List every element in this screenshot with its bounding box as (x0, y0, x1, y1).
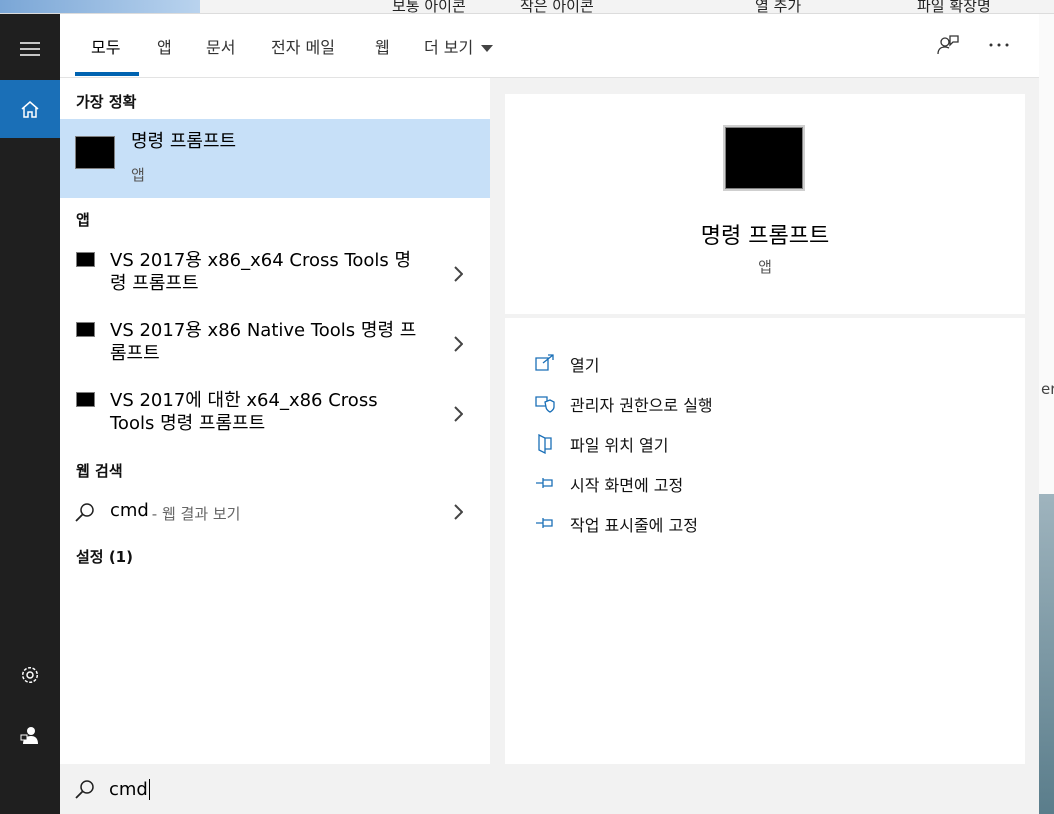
pin-icon (536, 518, 553, 528)
tab-more-label: 더 보기 (424, 38, 474, 57)
action-label: 파일 위치 열기 (570, 436, 669, 455)
open-action[interactable]: 열기 (535, 352, 599, 376)
app-title-line: 령 프롬프트 (110, 273, 199, 294)
start-rail (0, 14, 60, 814)
app-preview-card: 명령 프롬프트 앱 (505, 94, 1025, 314)
feedback-icon[interactable] (937, 34, 959, 56)
pin-to-taskbar-action[interactable]: 작업 표시줄에 고정 (535, 512, 698, 536)
active-tab-indicator (75, 72, 139, 76)
command-prompt-icon (76, 392, 95, 407)
web-query: cmd (110, 500, 149, 521)
background-explorer-toolbar: 보통 아이콘 작은 아이콘 열 추가 파일 확장명 (0, 0, 1054, 14)
app-title-line: Tools 명령 프롬프트 (110, 413, 266, 434)
action-label: 작업 표시줄에 고정 (570, 516, 698, 535)
preview-title: 명령 프롬프트 (700, 224, 830, 249)
app-title-line: 롬프트 (110, 343, 160, 364)
tab-more[interactable]: 더 보기 (424, 34, 494, 58)
preview-type: 앱 (758, 258, 772, 276)
section-settings[interactable]: 설정 (1) (76, 546, 133, 567)
run-as-admin-action[interactable]: 관리자 권한으로 실행 (535, 392, 713, 416)
tab-apps[interactable]: 앱 (157, 34, 172, 58)
chevron-right-icon[interactable] (453, 406, 463, 422)
user-button[interactable] (0, 706, 60, 764)
command-prompt-icon (75, 136, 115, 169)
tab-documents[interactable]: 문서 (206, 34, 235, 58)
command-prompt-icon (76, 252, 95, 267)
filter-tabs-bar: 모두 앱 문서 전자 메일 웹 더 보기 (60, 14, 1039, 78)
action-label: 열기 (570, 356, 600, 375)
action-label: 관리자 권한으로 실행 (570, 396, 713, 415)
home-icon (21, 101, 39, 118)
dropdown-arrow-icon (481, 44, 494, 52)
hamburger-button[interactable] (0, 20, 60, 78)
shield-icon (535, 396, 555, 413)
best-match-title: 명령 프롬프트 (131, 131, 237, 152)
app-actions: 열기 관리자 권한으로 실행 파일 위치 열기 시작 화면에 고정 작업 표시줄… (505, 318, 1025, 764)
open-file-location-action[interactable]: 파일 위치 열기 (535, 432, 669, 456)
user-icon (20, 727, 38, 744)
pin-icon (536, 478, 553, 488)
tab-email[interactable]: 전자 메일 (271, 34, 335, 58)
settings-gear-icon (21, 666, 39, 684)
section-apps: 앱 (76, 211, 90, 229)
section-web-search: 웹 검색 (76, 462, 123, 480)
start-search-panel: 모두 앱 문서 전자 메일 웹 더 보기 가장 정확 명령 프롬프트 앱 앱 V… (60, 14, 1039, 814)
background-window-title (0, 0, 200, 13)
results-list: 가장 정확 명령 프롬프트 앱 앱 VS 2017용 x86_x64 Cross… (60, 78, 490, 764)
chevron-right-icon[interactable] (453, 336, 463, 352)
app-result[interactable]: VS 2017용 x86 Native Tools 명령 프 롬프트 (60, 310, 490, 376)
hamburger-icon (20, 42, 40, 56)
background-item: 보통 아이콘 (392, 0, 466, 14)
app-result[interactable]: VS 2017에 대한 x64_x86 Cross Tools 명령 프롬프트 (60, 380, 490, 446)
best-match-type: 앱 (131, 166, 145, 184)
chevron-right-icon[interactable] (453, 266, 463, 282)
chevron-right-icon[interactable] (453, 504, 463, 520)
preview-pane: 명령 프롬프트 앱 열기 관리자 권한으로 실행 파일 위치 열기 시작 화면에… (505, 94, 1025, 764)
more-options-icon[interactable] (988, 42, 1010, 48)
background-item: 파일 확장명 (917, 0, 991, 14)
background-item: 작은 아이콘 (520, 0, 594, 14)
command-prompt-large-icon (725, 127, 803, 189)
action-label: 시작 화면에 고정 (570, 476, 684, 495)
background-wallpaper (1039, 494, 1054, 814)
search-icon (75, 503, 94, 522)
home-button[interactable] (0, 80, 60, 138)
search-box[interactable]: cmd (60, 764, 1039, 814)
app-title-line: VS 2017용 x86_x64 Cross Tools 명 (110, 250, 412, 271)
tab-web[interactable]: 웹 (375, 34, 390, 58)
open-icon (535, 354, 554, 371)
folder-location-icon (538, 434, 552, 454)
app-title-line: VS 2017에 대한 x64_x86 Cross (110, 390, 378, 411)
web-search-result[interactable]: cmd - 웹 결과 보기 (60, 492, 490, 532)
tab-all[interactable]: 모두 (91, 34, 120, 58)
background-text: er (1041, 380, 1054, 398)
app-title-line: VS 2017용 x86 Native Tools 명령 프 (110, 320, 417, 341)
search-input[interactable]: cmd (109, 779, 150, 800)
section-best-match: 가장 정확 (76, 93, 137, 111)
settings-button[interactable] (0, 646, 60, 704)
pin-to-start-action[interactable]: 시작 화면에 고정 (535, 472, 683, 496)
background-desktop-edge: er (1039, 14, 1054, 814)
app-result[interactable]: VS 2017용 x86_x64 Cross Tools 명 령 프롬프트 (60, 240, 490, 306)
command-prompt-icon (76, 322, 95, 337)
background-item: 열 추가 (755, 0, 802, 14)
web-result-hint: - 웹 결과 보기 (147, 505, 241, 523)
search-icon (75, 780, 94, 799)
best-match-result[interactable]: 명령 프롬프트 앱 (60, 119, 490, 198)
